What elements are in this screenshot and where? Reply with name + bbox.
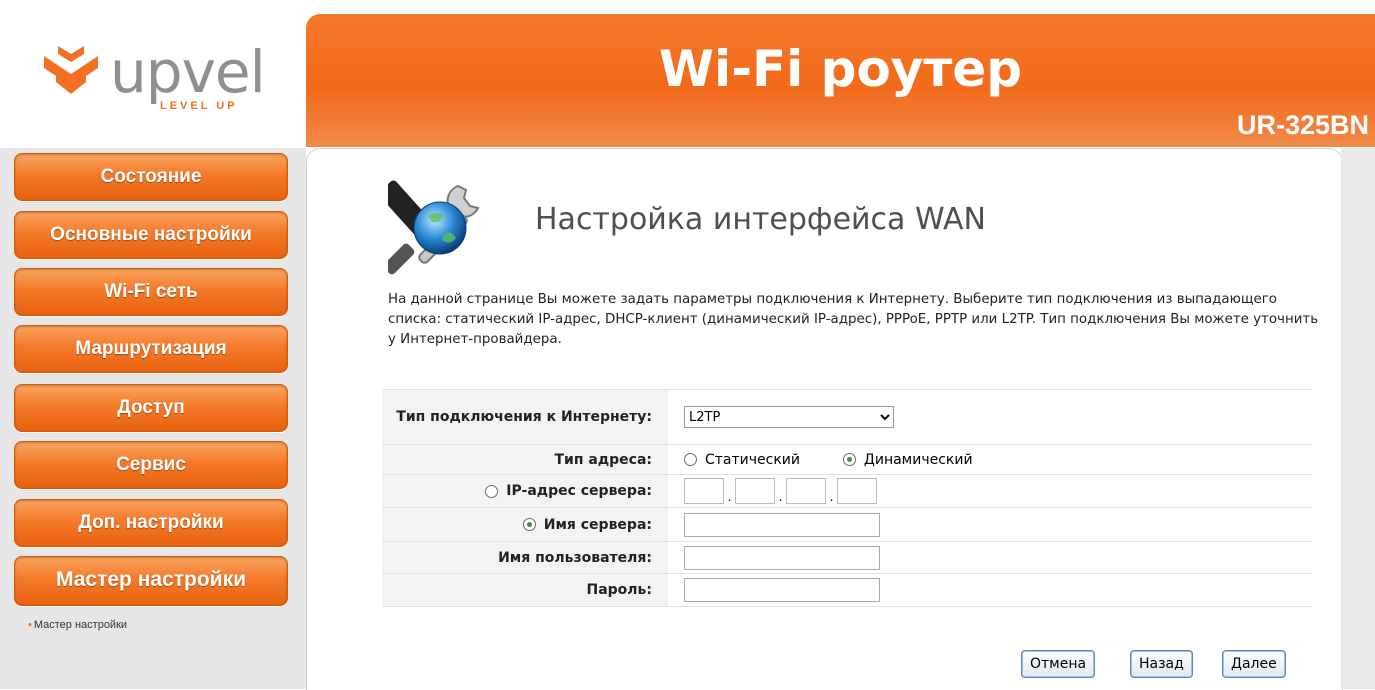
password-label: Пароль: (382, 573, 668, 607)
radio-dynamic[interactable] (842, 453, 856, 466)
sidebar-subitem-label: Мастер настройки (33, 619, 128, 631)
sidebar-item-status[interactable]: Состояние (14, 153, 288, 201)
upvel-chevron-icon (44, 46, 98, 94)
password-input[interactable] (684, 578, 880, 602)
wan-form: Тип подключения к Интернету: L2TP Тип ад… (382, 389, 1312, 607)
bullet-icon: • (28, 619, 32, 631)
brand-tagline: LEVEL UP (160, 100, 238, 112)
username-label: Имя пользователя: (382, 541, 668, 574)
address-type-label: Тип адреса: (382, 444, 668, 475)
sidebar-item-wifi[interactable]: Wi-Fi сеть (14, 268, 288, 316)
server-ip-octet-3[interactable] (786, 478, 826, 504)
upvel-logo: upvel (36, 38, 266, 106)
sidebar-item-service[interactable]: Сервис (14, 441, 288, 489)
page-description: На данной странице Вы можете задать пара… (388, 292, 1319, 347)
page-title: Настройка интерфейса WAN (535, 202, 986, 237)
next-button[interactable]: Далее (1222, 650, 1286, 678)
radio-server-name[interactable] (522, 518, 536, 531)
scrollbar[interactable] (1341, 148, 1375, 689)
sidebar-item-routing[interactable]: Маршрутизация (14, 325, 288, 373)
tools-globe-icon (388, 180, 480, 275)
brand-name: upvel (110, 38, 266, 106)
connection-type-select[interactable]: L2TP (684, 406, 894, 428)
server-name-input[interactable] (684, 512, 880, 537)
sidebar-item-basic-settings[interactable]: Основные настройки (14, 211, 288, 259)
cancel-button[interactable]: Отмена (1021, 650, 1096, 678)
radio-static-label: Статический (705, 451, 800, 468)
server-ip-octet-1[interactable] (684, 478, 724, 504)
logo-area: upvel LEVEL UP (0, 0, 310, 150)
radio-dynamic-label: Динамический (863, 451, 973, 468)
server-ip-octet-4[interactable] (837, 478, 877, 504)
username-input[interactable] (684, 545, 880, 570)
sidebar: Состояние Основные настройки Wi-Fi сеть … (0, 148, 306, 689)
header-banner: Wi-Fi роутер UR-325BN (306, 14, 1375, 147)
connection-type-label: Тип подключения к Интернету: (382, 389, 668, 445)
header-title: Wi-Fi роутер (658, 40, 1023, 98)
sidebar-item-access[interactable]: Доступ (14, 384, 288, 432)
server-name-label: Имя сервера: (543, 516, 652, 533)
header-model: UR-325BN (1236, 110, 1369, 140)
sidebar-subitem-wizard[interactable]: • Мастер настройки (28, 619, 127, 631)
sidebar-item-wizard[interactable]: Мастер настройки (14, 556, 288, 606)
back-button[interactable]: Назад (1130, 650, 1193, 678)
radio-static[interactable] (684, 453, 697, 466)
server-ip-octet-2[interactable] (735, 478, 775, 504)
sidebar-item-advanced[interactable]: Доп. настройки (14, 499, 288, 547)
radio-server-ip[interactable] (485, 484, 499, 498)
server-ip-label: IP-адрес сервера: (506, 483, 652, 499)
